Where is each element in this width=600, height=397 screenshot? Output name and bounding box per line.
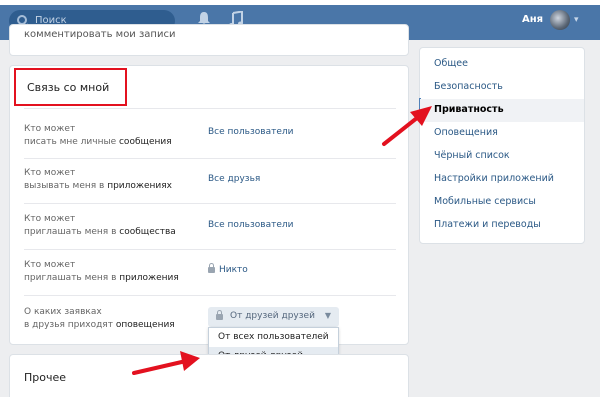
setting-label-app-calls: Кто может вызывать меня в приложениях [24, 168, 173, 191]
nav-item-app-settings[interactable]: Настройки приложений [420, 168, 584, 191]
top-strip [0, 0, 600, 5]
previous-section-card: комментировать мои записи [9, 24, 409, 56]
setting-value-community-invites[interactable]: Все пользователи [208, 220, 293, 230]
divider [24, 158, 396, 159]
annotation-arrow-icon [132, 351, 200, 375]
setting-label-app-invites: Кто может приглашать меня в приложения [24, 260, 179, 283]
nav-item-general[interactable]: Общее [420, 53, 584, 76]
settings-nav-menu: Общее Безопасность Приватность Оповещени… [419, 47, 585, 244]
setting-value-messages[interactable]: Все пользователи [208, 127, 293, 137]
chevron-down-icon[interactable]: ▾ [574, 15, 579, 25]
divider [24, 108, 396, 109]
friend-requests-dropdown[interactable]: От друзей друзей ▼ [208, 307, 339, 327]
lock-icon [208, 263, 215, 273]
nav-item-privacy[interactable]: Приватность [420, 99, 584, 122]
chevron-down-icon: ▼ [324, 311, 331, 320]
nav-item-mobile-services[interactable]: Мобильные сервисы [420, 191, 584, 214]
section-title: Связь со мной [27, 81, 110, 94]
nav-item-security[interactable]: Безопасность [420, 76, 584, 99]
setting-label-messages: Кто может писать мне личные сообщения [24, 124, 172, 147]
avatar[interactable] [550, 10, 570, 30]
setting-label-community-invites: Кто может приглашать меня в сообщества [24, 214, 176, 237]
dropdown-option-all-users[interactable]: От всех пользователей [209, 328, 338, 347]
other-section-card: Прочее [9, 354, 409, 397]
nav-item-blacklist[interactable]: Чёрный список [420, 145, 584, 168]
setting-value-app-invites[interactable]: Никто [208, 263, 248, 275]
setting-value-app-calls[interactable]: Все друзья [208, 174, 260, 184]
lock-icon [216, 310, 223, 320]
annotation-arrow-icon [382, 106, 432, 146]
divider [24, 203, 396, 204]
user-name[interactable]: Аня [522, 14, 543, 25]
nav-item-payments[interactable]: Платежи и переводы [420, 214, 584, 237]
section-title-other: Прочее [24, 371, 67, 384]
divider [24, 295, 396, 296]
nav-item-notifications[interactable]: Оповещения [420, 122, 584, 145]
setting-label-friend-requests: О каких заявках в друзья приходят оповещ… [24, 307, 175, 330]
clipped-row-text: комментировать мои записи [24, 29, 176, 40]
dropdown-selected-value: От друзей друзей [230, 311, 315, 321]
contact-section-card: Связь со мной Кто может писать мне личны… [9, 65, 409, 367]
divider [24, 249, 396, 250]
